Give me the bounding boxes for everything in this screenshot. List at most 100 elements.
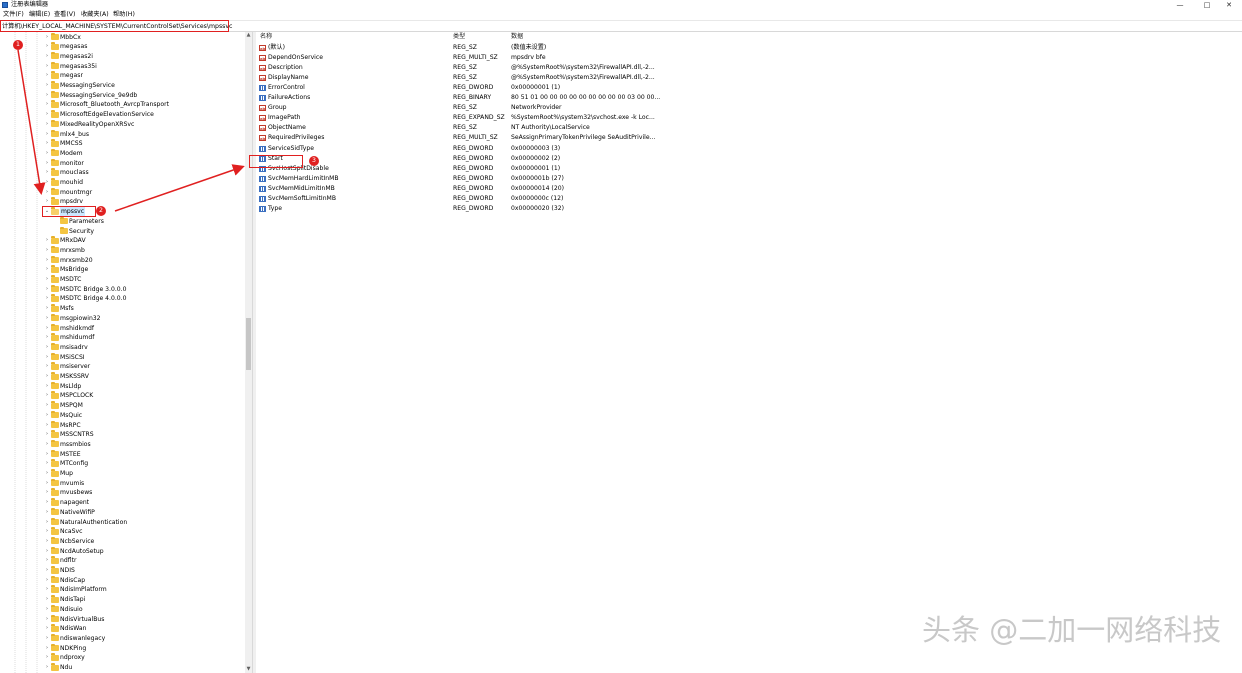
- tree-node[interactable]: › MsRPC: [0, 420, 244, 431]
- tree-node[interactable]: › NcbService: [0, 536, 244, 547]
- tree-node[interactable]: › NdisWan: [0, 624, 244, 634]
- value-row[interactable]: ab (默认) REG_SZ (数值未设置): [256, 43, 1242, 53]
- collapsed-chevron-icon[interactable]: ›: [44, 100, 50, 109]
- value-row[interactable]: ServiceSidType REG_DWORD 0x00000003 (3): [256, 144, 1242, 154]
- tree-node[interactable]: › MSDTC Bridge 4.0.0.0: [0, 294, 244, 304]
- value-row[interactable]: Type REG_DWORD 0x00000020 (32): [256, 204, 1242, 214]
- collapsed-chevron-icon[interactable]: ›: [44, 110, 50, 119]
- value-row[interactable]: SvcMemMidLimitInMB REG_DWORD 0x00000014 (2…: [256, 184, 1242, 194]
- collapsed-chevron-icon[interactable]: ›: [44, 469, 50, 478]
- collapsed-chevron-icon[interactable]: ›: [44, 450, 50, 459]
- tree-node[interactable]: › msgpiowin32: [0, 313, 244, 324]
- collapsed-chevron-icon[interactable]: ›: [44, 498, 50, 507]
- tree-child-node[interactable]: Parameters: [0, 216, 244, 227]
- tree-node[interactable]: › MSKSSRV: [0, 372, 244, 382]
- tree-node[interactable]: › ndiswanlegacy: [0, 633, 244, 644]
- tree-node[interactable]: › mvumis: [0, 478, 244, 489]
- tree-node[interactable]: › Ndisuio: [0, 604, 244, 615]
- tree-node[interactable]: › mssmbios: [0, 439, 244, 450]
- scroll-down-arrow-icon[interactable]: ▼: [245, 666, 252, 673]
- collapsed-chevron-icon[interactable]: ›: [44, 256, 50, 265]
- collapsed-chevron-icon[interactable]: ›: [44, 605, 50, 614]
- collapsed-chevron-icon[interactable]: ›: [44, 275, 50, 284]
- column-header-data[interactable]: 数据: [511, 33, 523, 41]
- collapsed-chevron-icon[interactable]: ›: [44, 644, 50, 653]
- collapsed-chevron-icon[interactable]: ›: [44, 566, 50, 575]
- tree-node[interactable]: › msisadrv: [0, 342, 244, 353]
- close-button[interactable]: ✕: [1216, 0, 1242, 10]
- collapsed-chevron-icon[interactable]: ›: [44, 33, 50, 42]
- collapsed-chevron-icon[interactable]: ›: [44, 343, 50, 352]
- collapsed-chevron-icon[interactable]: ›: [44, 411, 50, 420]
- tree-node[interactable]: › megasr: [0, 71, 244, 81]
- tree-node[interactable]: › mrxsmb: [0, 245, 244, 256]
- tree-node[interactable]: › Ndu: [0, 663, 244, 673]
- tree-node[interactable]: › MsQuic: [0, 410, 244, 421]
- collapsed-chevron-icon[interactable]: ›: [44, 459, 50, 468]
- tree-node[interactable]: › MSPQM: [0, 401, 244, 411]
- tree-node[interactable]: › mshidkmdf: [0, 323, 244, 334]
- tree-node[interactable]: › MessagingService_9e9db: [0, 90, 244, 101]
- value-row[interactable]: ab DependOnService REG_MULTI_SZ mpsdrv bfe: [256, 53, 1242, 63]
- collapsed-chevron-icon[interactable]: ›: [44, 372, 50, 381]
- collapsed-chevron-icon[interactable]: ›: [44, 508, 50, 517]
- tree-node[interactable]: › mvusbews: [0, 488, 244, 498]
- collapsed-chevron-icon[interactable]: ›: [44, 314, 50, 323]
- column-header-type[interactable]: 类型: [453, 33, 465, 41]
- tree-node[interactable]: › NDKPing: [0, 643, 244, 654]
- collapsed-chevron-icon[interactable]: ›: [44, 91, 50, 100]
- tree-node[interactable]: › Msfs: [0, 304, 244, 314]
- collapsed-chevron-icon[interactable]: ›: [44, 421, 50, 430]
- collapsed-chevron-icon[interactable]: ›: [44, 236, 50, 245]
- collapsed-chevron-icon[interactable]: ›: [44, 391, 50, 400]
- collapsed-chevron-icon[interactable]: ›: [44, 294, 50, 303]
- tree-node[interactable]: › MSDTC Bridge 3.0.0.0: [0, 284, 244, 295]
- tree-node[interactable]: › NcdAutoSetup: [0, 546, 244, 557]
- tree-node[interactable]: › NdisTapi: [0, 595, 244, 605]
- tree-node[interactable]: › NcaSvc: [0, 527, 244, 537]
- tree-node[interactable]: › NdisImPlatform: [0, 585, 244, 595]
- collapsed-chevron-icon[interactable]: ›: [44, 353, 50, 362]
- tree-node[interactable]: › Microsoft_Bluetooth_AvrcpTransport: [0, 100, 244, 110]
- tree-node[interactable]: › mlx4_bus: [0, 129, 244, 140]
- tree-node[interactable]: › megasas35i: [0, 61, 244, 72]
- value-row[interactable]: ab ImagePath REG_EXPAND_SZ %SystemRoot%\sys…: [256, 113, 1242, 123]
- collapsed-chevron-icon[interactable]: ›: [44, 71, 50, 80]
- collapsed-chevron-icon[interactable]: ›: [44, 362, 50, 371]
- value-row[interactable]: ab RequiredPrivileges REG_MULTI_SZ SeAssign…: [256, 133, 1242, 143]
- tree-node[interactable]: › MixedRealityOpenXRSvc: [0, 119, 244, 130]
- tree-node[interactable]: › mouhid: [0, 178, 244, 188]
- value-row[interactable]: FailureActions REG_BINARY 80 51 01 00 00 0…: [256, 93, 1242, 103]
- tree-node[interactable]: › MSiSCSI: [0, 352, 244, 363]
- tree-node[interactable]: › MMCSS: [0, 139, 244, 149]
- values-list-pane[interactable]: 名称 类型 数据 ab (默认) REG_SZ (数值未设置) ab DependOnSe…: [256, 32, 1242, 673]
- collapsed-chevron-icon[interactable]: ›: [44, 556, 50, 565]
- tree-node[interactable]: › NdisCap: [0, 575, 244, 586]
- tree-node[interactable]: › MSPCLOCK: [0, 391, 244, 401]
- tree-node[interactable]: › mrxsmb20: [0, 255, 244, 266]
- tree-node[interactable]: › ndproxy: [0, 653, 244, 663]
- collapsed-chevron-icon[interactable]: ›: [44, 488, 50, 497]
- collapsed-chevron-icon[interactable]: ›: [44, 188, 50, 197]
- tree-node[interactable]: › mpsdrv: [0, 197, 244, 207]
- collapsed-chevron-icon[interactable]: ›: [44, 585, 50, 594]
- tree-node[interactable]: › Mup: [0, 469, 244, 479]
- tree-node[interactable]: › Modem: [0, 148, 244, 159]
- tree-node[interactable]: › NdisVirtualBus: [0, 614, 244, 625]
- menu-view[interactable]: 查看(V): [54, 11, 75, 19]
- value-row[interactable]: ab DisplayName REG_SZ @%SystemRoot%\system3…: [256, 73, 1242, 83]
- value-row[interactable]: ErrorControl REG_DWORD 0x00000001 (1): [256, 83, 1242, 93]
- tree-node[interactable]: › megasas: [0, 42, 244, 52]
- tree-scrollbar[interactable]: ▲ ▼: [245, 32, 252, 673]
- collapsed-chevron-icon[interactable]: ›: [44, 479, 50, 488]
- tree-node[interactable]: › mountmgr: [0, 187, 244, 198]
- collapsed-chevron-icon[interactable]: ›: [44, 120, 50, 129]
- collapsed-chevron-icon[interactable]: ›: [44, 324, 50, 333]
- collapsed-chevron-icon[interactable]: ›: [44, 653, 50, 662]
- collapsed-chevron-icon[interactable]: ›: [44, 615, 50, 624]
- collapsed-chevron-icon[interactable]: ›: [44, 527, 50, 536]
- collapsed-chevron-icon[interactable]: ›: [44, 440, 50, 449]
- tree-node[interactable]: › megasas2i: [0, 51, 244, 62]
- collapsed-chevron-icon[interactable]: ›: [44, 246, 50, 255]
- tree-node[interactable]: › ndfltr: [0, 556, 244, 566]
